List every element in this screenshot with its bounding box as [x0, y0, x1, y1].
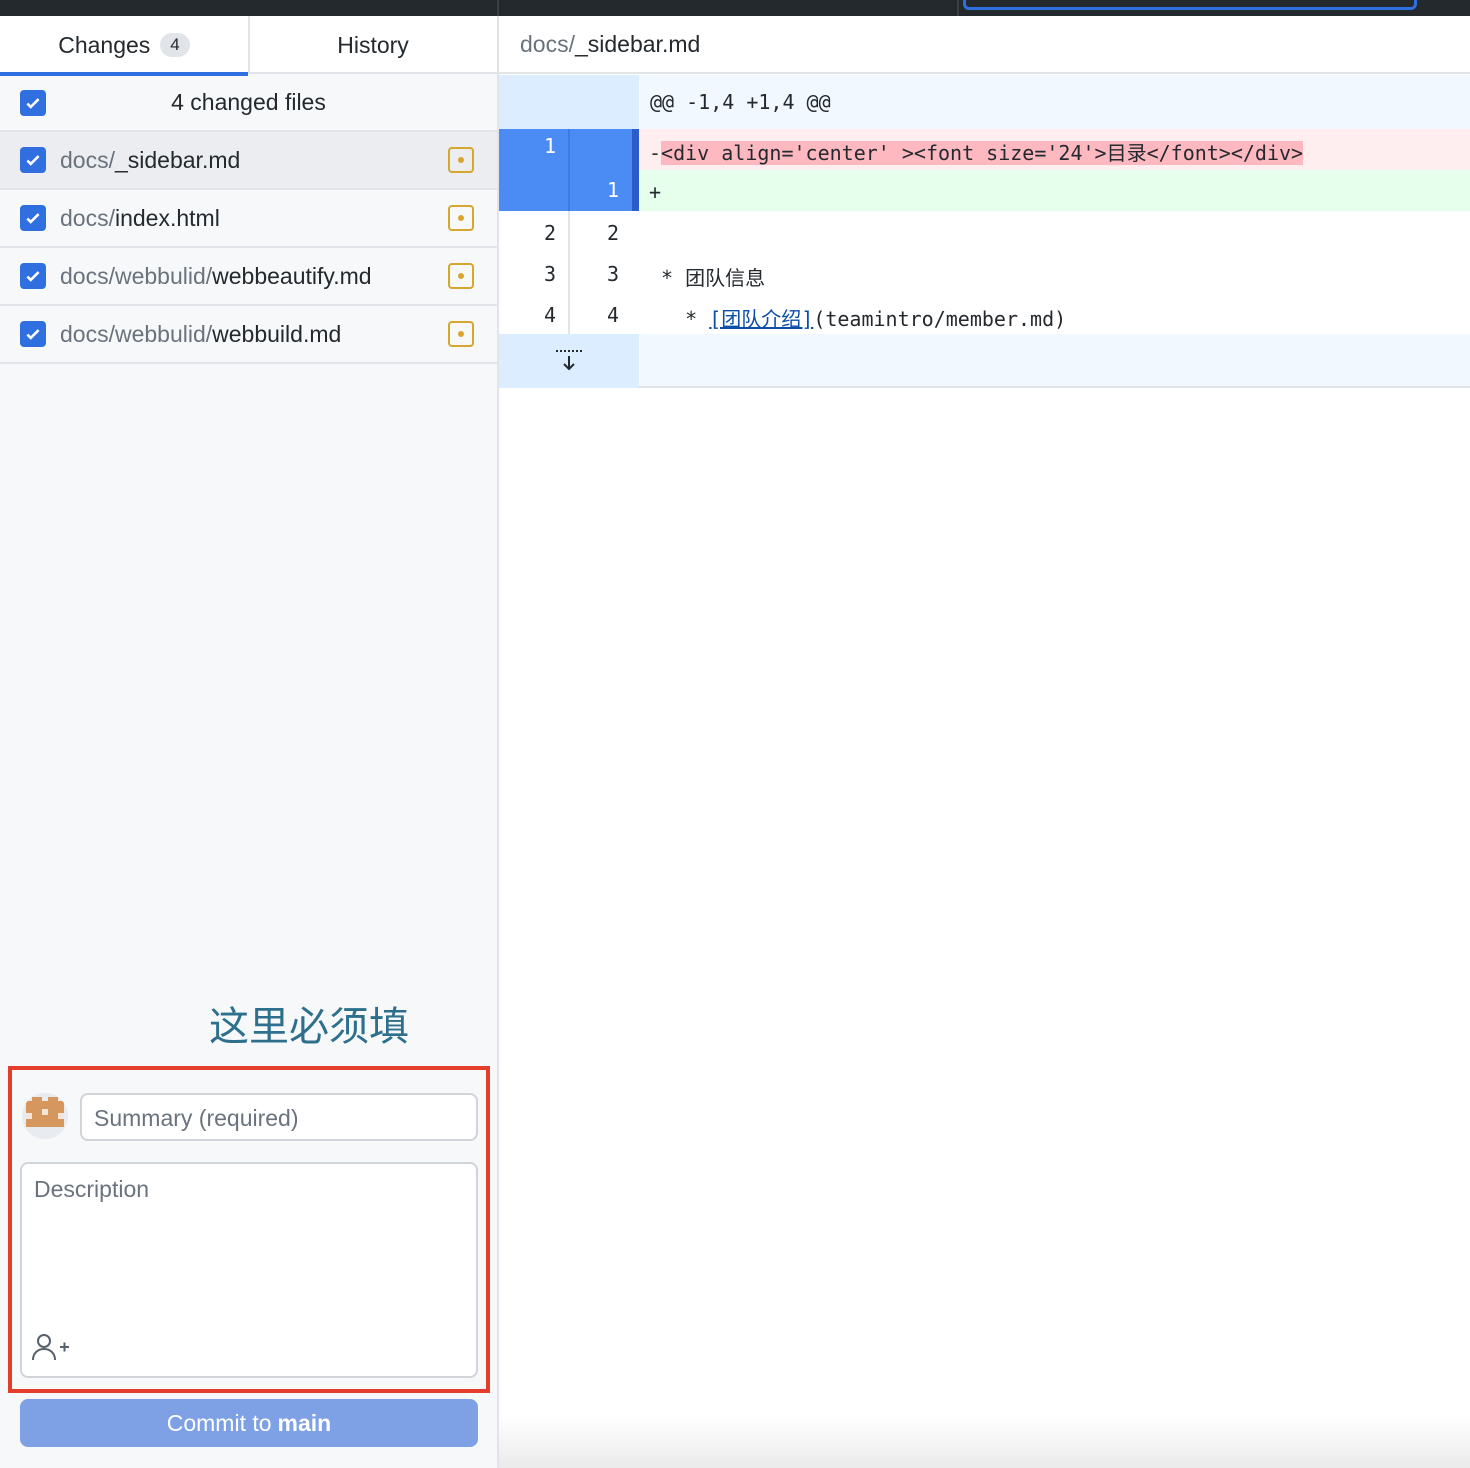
add-coauthor-icon[interactable] [32, 1333, 70, 1361]
commit-button[interactable]: Commit to main [20, 1399, 478, 1447]
file-name: _sidebar.md [114, 146, 241, 173]
file-path: docs/index.html [60, 205, 220, 232]
file-row[interactable]: docs/_sidebar.md [0, 132, 497, 190]
tab-changes-label: Changes [58, 31, 151, 58]
file-path: docs/webbulid/webbuild.md [60, 321, 341, 348]
added-line-text: + [649, 180, 662, 204]
description-placeholder: Description [34, 1176, 150, 1202]
check-icon [26, 271, 40, 282]
context-line-text: * 团队信息 [649, 266, 766, 290]
modified-icon [448, 147, 474, 173]
context-line-text: * [团队介绍](teamintro/member.md) [649, 303, 1066, 332]
description-field[interactable]: Description [20, 1162, 478, 1378]
line-number-gutter: 4 4 [499, 293, 639, 334]
file-path: docs/_sidebar.md [60, 147, 240, 174]
tab-changes[interactable]: Changes 4 [0, 16, 248, 76]
branch-dropdown-focus[interactable] [963, 0, 1417, 10]
markdown-link-text: [团队介绍] [709, 307, 814, 331]
new-line-number: 1 [606, 178, 620, 202]
title-bar-divider [497, 0, 499, 16]
diff-line-context: 3 3 * 团队信息 [499, 252, 1470, 293]
diff-panel: docs/_sidebar.md @@ -1,4 +1,4 @@ 1 -<div… [499, 16, 1470, 1468]
tab-history-label: History [337, 31, 409, 58]
file-row[interactable]: docs/webbulid/webbeautify.md [0, 248, 497, 306]
diff-line-context: 4 4 * [团队介绍](teamintro/member.md) [499, 293, 1470, 334]
line-number-gutter: 2 2 [499, 211, 639, 252]
commit-button-label: Commit to [166, 1409, 272, 1436]
diff-file-path: docs/_sidebar.md [499, 16, 1470, 74]
modified-icon [448, 321, 474, 347]
file-checkbox[interactable] [20, 263, 46, 289]
tab-history[interactable]: History [248, 16, 496, 74]
modified-icon [448, 205, 474, 231]
deleted-line-text: -<div align='center' ><font size='24'>目录… [649, 137, 1304, 166]
diff-line-deleted[interactable]: 1 -<div align='center' ><font size='24'>… [499, 129, 1470, 170]
changes-count-badge: 4 [160, 33, 190, 57]
file-row[interactable]: docs/webbulid/webbuild.md [0, 306, 497, 364]
line-number-gutter[interactable]: 1 [499, 170, 639, 211]
deleted-line-prefix: - [649, 141, 662, 165]
file-checkbox[interactable] [20, 321, 46, 347]
line-number-gutter[interactable]: 1 [499, 129, 639, 170]
summary-input[interactable]: Summary (required) [80, 1093, 478, 1141]
file-dir: docs/ [60, 146, 115, 173]
new-line-number: 3 [606, 262, 620, 286]
line-number-gutter: 3 3 [499, 252, 639, 293]
annotation-note: 这里必须填 [209, 1004, 409, 1050]
avatar [22, 1093, 68, 1139]
markdown-link-target: (teamintro/member.md) [813, 307, 1067, 331]
context-line-prefix: * [649, 307, 710, 331]
file-checkbox[interactable] [20, 147, 46, 173]
new-line-number: 2 [606, 221, 620, 245]
title-bar [0, 0, 1470, 16]
old-line-number: 1 [543, 134, 557, 158]
diff-expand-row [499, 334, 1470, 388]
avatar-identicon [26, 1097, 64, 1127]
file-path: docs/webbulid/webbeautify.md [60, 263, 372, 290]
file-name: webbuild.md [212, 320, 342, 347]
diff-file-dir: docs/ [520, 30, 575, 57]
new-line-number: 4 [606, 303, 620, 327]
expand-gutter [499, 334, 639, 388]
diff-hunk-header: @@ -1,4 +1,4 @@ [499, 75, 1470, 129]
diff-line-added[interactable]: 1 + [499, 170, 1470, 211]
modified-icon [448, 263, 474, 289]
check-icon [26, 155, 40, 166]
commit-branch-name: main [277, 1409, 332, 1436]
check-icon [26, 98, 40, 109]
changed-files-header: 4 changed files [0, 74, 497, 132]
title-bar-divider [957, 0, 959, 16]
expand-row-fill [639, 334, 1470, 388]
check-icon [26, 213, 40, 224]
file-name: index.html [114, 204, 220, 231]
deleted-line-content: <div align='center' ><font size='24'>目录<… [661, 141, 1304, 165]
diff-file-name: _sidebar.md [574, 30, 701, 57]
file-row[interactable]: docs/index.html [0, 190, 497, 248]
changed-files-count: 4 changed files [171, 88, 326, 115]
hunk-gutter [499, 75, 639, 129]
file-checkbox[interactable] [20, 205, 46, 231]
hunk-header-text: @@ -1,4 +1,4 @@ [650, 90, 831, 114]
bottom-shade [499, 1416, 1470, 1468]
select-all-checkbox[interactable] [20, 90, 46, 116]
file-dir: docs/webbulid/ [60, 262, 213, 289]
sidebar-tabs: Changes 4 History [0, 16, 497, 76]
expand-down-icon[interactable] [553, 348, 585, 374]
file-dir: docs/webbulid/ [60, 320, 213, 347]
file-name: webbeautify.md [212, 262, 372, 289]
diff-line-context: 2 2 [499, 211, 1470, 252]
check-icon [26, 329, 40, 340]
file-dir: docs/ [60, 204, 115, 231]
